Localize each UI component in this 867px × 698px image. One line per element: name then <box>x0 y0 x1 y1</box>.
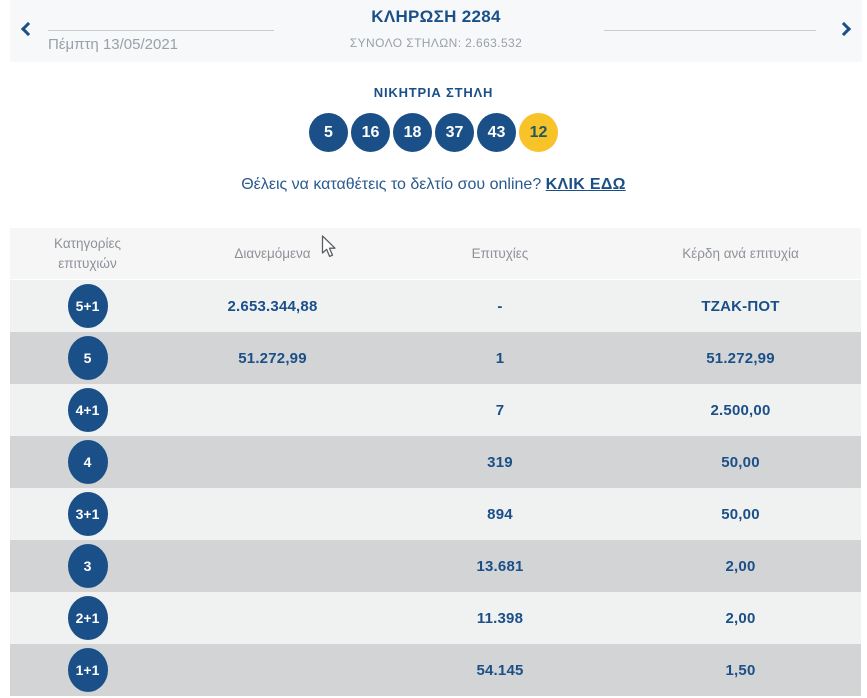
number-ball: 5 <box>309 113 348 152</box>
online-link[interactable]: ΚΛΙΚ ΕΔΩ <box>546 176 626 193</box>
table-row: 4 319 50,00 <box>10 436 861 488</box>
category-badge: 3 <box>68 544 108 588</box>
winning-column-title: ΝΙΚΗΤΡΙΑ ΣΤΗΛΗ <box>0 85 867 100</box>
winners-value: 894 <box>380 506 620 523</box>
next-draw-button[interactable] <box>834 20 854 40</box>
category-cell: 2+1 <box>10 596 165 640</box>
table-row: 3+1 894 50,00 <box>10 488 861 540</box>
category-badge: 4 <box>68 440 108 484</box>
table-row: 5 51.272,99 1 51.272,99 <box>10 332 861 384</box>
mouse-cursor <box>321 235 339 259</box>
category-cell: 5 <box>10 336 165 380</box>
winners-value: 319 <box>380 454 620 471</box>
category-cell: 4 <box>10 440 165 484</box>
winners-value: 11.398 <box>380 610 620 627</box>
category-badge: 5 <box>68 336 108 380</box>
prize-value: 50,00 <box>620 454 861 471</box>
prize-value: ΤΖΑΚ-ΠΟΤ <box>620 298 861 315</box>
draw-center-block: ΚΛΗΡΩΣΗ 2284 ΣΥΝΟΛΟ ΣΤΗΛΩΝ: 2.663.532 <box>10 7 862 50</box>
number-ball: 43 <box>477 113 516 152</box>
category-badge: 4+1 <box>68 388 108 432</box>
category-cell: 3+1 <box>10 492 165 536</box>
column-header-distributed: Διανεμόμενα <box>165 244 380 264</box>
results-table-body: 5+1 2.653.344,88 - ΤΖΑΚ-ΠΟΤ 5 51.272,99 … <box>10 280 861 696</box>
prize-value: 2,00 <box>620 558 861 575</box>
prize-value: 2,00 <box>620 610 861 627</box>
joker-ball: 12 <box>519 113 558 152</box>
winners-value: 7 <box>380 402 620 419</box>
winners-value: 1 <box>380 350 620 367</box>
winners-value: 13.681 <box>380 558 620 575</box>
number-ball: 18 <box>393 113 432 152</box>
category-cell: 4+1 <box>10 388 165 432</box>
table-row: 2+1 11.398 2,00 <box>10 592 861 644</box>
column-header-winners: Επιτυχίες <box>380 244 620 264</box>
table-row: 4+1 7 2.500,00 <box>10 384 861 436</box>
number-ball: 37 <box>435 113 474 152</box>
table-row: 3 13.681 2,00 <box>10 540 861 592</box>
total-columns-label: ΣΥΝΟΛΟ ΣΤΗΛΩΝ: 2.663.532 <box>10 36 862 50</box>
category-cell: 3 <box>10 544 165 588</box>
category-badge: 1+1 <box>68 648 108 692</box>
category-badge: 5+1 <box>68 284 108 328</box>
distributed-value: 51.272,99 <box>165 350 380 367</box>
winners-value: - <box>380 298 620 315</box>
draw-title: ΚΛΗΡΩΣΗ 2284 <box>10 7 862 27</box>
category-cell: 1+1 <box>10 648 165 692</box>
results-table-header: Κατηγορίες επιτυχιών Διανεμόμενα Επιτυχί… <box>10 228 861 280</box>
draw-header: Πέμπτη 13/05/2021 ΚΛΗΡΩΣΗ 2284 ΣΥΝΟΛΟ ΣΤ… <box>10 0 862 62</box>
prize-value: 50,00 <box>620 506 861 523</box>
category-badge: 3+1 <box>68 492 108 536</box>
column-header-prize: Κέρδη ανά επιτυχία <box>620 244 861 264</box>
column-header-categories: Κατηγορίες επιτυχιών <box>10 234 165 273</box>
results-table: Κατηγορίες επιτυχιών Διανεμόμενα Επιτυχί… <box>10 228 861 696</box>
number-ball: 16 <box>351 113 390 152</box>
table-row: 5+1 2.653.344,88 - ΤΖΑΚ-ΠΟΤ <box>10 280 861 332</box>
winning-numbers: 51618374312 <box>0 113 867 152</box>
table-row: 1+1 54.145 1,50 <box>10 644 861 696</box>
online-prompt-text: Θέλεις να καταθέτεις το δελτίο σου onlin… <box>241 176 541 193</box>
category-cell: 5+1 <box>10 284 165 328</box>
online-prompt: Θέλεις να καταθέτεις το δελτίο σου onlin… <box>0 176 867 194</box>
category-badge: 2+1 <box>68 596 108 640</box>
winners-value: 54.145 <box>380 662 620 679</box>
prize-value: 2.500,00 <box>620 402 861 419</box>
divider-line-right <box>604 30 816 31</box>
chevron-right-icon <box>837 22 851 36</box>
distributed-value: 2.653.344,88 <box>165 298 380 315</box>
prize-value: 1,50 <box>620 662 861 679</box>
prize-value: 51.272,99 <box>620 350 861 367</box>
